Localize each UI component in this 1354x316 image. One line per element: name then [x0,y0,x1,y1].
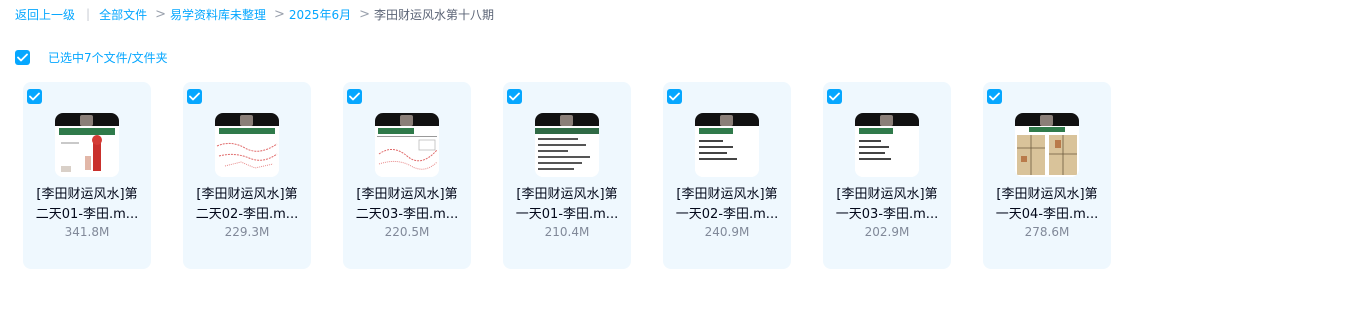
file-card[interactable]: [李田财运风水]第 一天01-李田.m... 210.4M [503,82,631,269]
file-name: [李田财运风水]第 一天04-李田.m... [995,187,1099,222]
file-size: 278.6M [1024,225,1070,239]
chevron-right-icon: > [155,6,166,22]
check-icon [509,92,520,101]
check-icon [189,92,200,101]
breadcrumb-folder-month[interactable]: 2025年6月 [289,6,351,23]
file-checkbox[interactable] [347,89,362,104]
breadcrumb-divider: | [86,7,91,21]
file-name: [李田财运风水]第 二天01-李田.m... [35,187,139,222]
check-icon [349,92,360,101]
file-checkbox[interactable] [507,89,522,104]
video-thumbnail [695,113,759,177]
video-thumbnail [215,113,279,177]
chevron-right-icon: > [359,6,370,22]
file-name: [李田财运风水]第 一天02-李田.m... [675,187,779,222]
check-icon [829,92,840,101]
check-icon [29,92,40,101]
select-all-checkbox[interactable] [15,49,30,65]
breadcrumb-root[interactable]: 全部文件 [99,6,147,23]
file-card[interactable]: [李田财运风水]第 二天02-李田.m... 229.3M [183,82,311,269]
file-size: 220.5M [384,225,430,239]
video-thumbnail [855,113,919,177]
video-thumbnail [55,113,119,177]
file-card[interactable]: [李田财运风水]第 二天01-李田.m... 341.8M [23,82,151,269]
file-size: 341.8M [64,225,110,239]
selection-count: 已选中7个文件/文件夹 [48,50,168,65]
file-name: [李田财运风水]第 二天03-李田.m... [355,187,459,222]
file-card[interactable]: [李田财运风水]第 一天03-李田.m... 202.9M [823,82,951,269]
video-thumbnail [1015,113,1079,177]
check-icon [989,92,1000,101]
file-size: 229.3M [224,225,270,239]
file-card[interactable]: [李田财运风水]第 一天04-李田.m... 278.6M [983,82,1111,269]
file-size: 210.4M [544,225,590,239]
file-name: [李田财运风水]第 一天01-李田.m... [515,187,619,222]
check-icon [669,92,680,101]
file-card[interactable]: [李田财运风水]第 一天02-李田.m... 240.9M [663,82,791,269]
file-name: [李田财运风水]第 一天03-李田.m... [835,187,939,222]
file-checkbox[interactable] [987,89,1002,104]
selection-bar: 已选中7个文件/文件夹 [15,49,168,65]
file-checkbox[interactable] [27,89,42,104]
video-thumbnail [535,113,599,177]
file-checkbox[interactable] [187,89,202,104]
check-icon [17,53,28,61]
file-checkbox[interactable] [827,89,842,104]
breadcrumb-folder-library[interactable]: 易学资料库未整理 [170,6,266,23]
file-size: 240.9M [704,225,750,239]
breadcrumb: 返回上一级 | 全部文件 > 易学资料库未整理 > 2025年6月 > 李田财运… [15,5,494,23]
file-card[interactable]: [李田财运风水]第 二天03-李田.m... 220.5M [343,82,471,269]
breadcrumb-current: 李田财运风水第十八期 [374,7,495,22]
file-name: [李田财运风水]第 二天02-李田.m... [195,187,299,222]
back-link[interactable]: 返回上一级 [15,6,75,23]
file-checkbox[interactable] [667,89,682,104]
chevron-right-icon: > [274,6,285,22]
video-thumbnail [375,113,439,177]
file-size: 202.9M [864,225,910,239]
